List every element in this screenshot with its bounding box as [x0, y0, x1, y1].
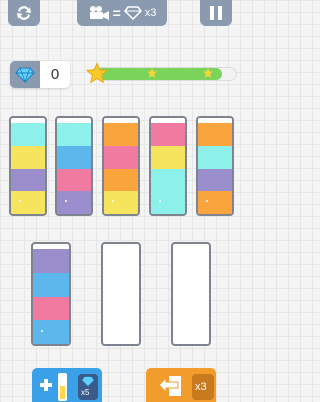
- restart-icon: [17, 6, 31, 20]
- diamond-icon: [81, 376, 95, 387]
- liquid-segment-pink: [104, 145, 138, 169]
- liquid-segment-cyan: [151, 168, 185, 192]
- liquid-segment-purple: [33, 249, 69, 274]
- undo-button[interactable]: x3: [146, 368, 216, 402]
- add-tube-icon: [40, 373, 67, 401]
- liquid-segment-cyan: [11, 123, 45, 147]
- equals-sign: =: [112, 5, 121, 21]
- tube-2[interactable]: [55, 116, 93, 216]
- liquid-segment-pink: [57, 168, 91, 192]
- liquid-segment-blue: [33, 320, 69, 344]
- tube-4[interactable]: [149, 116, 187, 216]
- liquid-segment-cyan: [151, 191, 185, 214]
- video-reward-amount: x3: [144, 7, 157, 19]
- undo-icon: [158, 376, 181, 396]
- video-camera-icon: [89, 6, 109, 20]
- level-progress-bar: [95, 67, 237, 81]
- liquid-segment-cyan: [198, 145, 232, 169]
- liquid-segment-orange: [198, 191, 232, 214]
- tube-3[interactable]: [102, 116, 140, 216]
- pause-icon: [210, 6, 222, 20]
- tube-6[interactable]: [31, 242, 71, 346]
- liquid-segment-purple: [57, 191, 91, 214]
- add-tube-button[interactable]: x5: [32, 368, 102, 402]
- liquid-segment-yellow: [11, 145, 45, 169]
- liquid-segment-purple: [198, 168, 232, 192]
- gem-icon-background: [10, 61, 40, 88]
- restart-button[interactable]: [8, 0, 40, 26]
- tube-8[interactable]: [171, 242, 211, 346]
- progress-star-icon: [147, 68, 157, 78]
- bubble-dot: [19, 200, 21, 202]
- gem-cost-badge: x5: [78, 374, 98, 400]
- liquid-segment-yellow: [104, 191, 138, 214]
- bubble-dot: [206, 200, 208, 202]
- bubble-dot: [41, 330, 43, 332]
- diamond-icon: [123, 6, 142, 20]
- progress-star-icon: [203, 68, 213, 78]
- undo-count: x3: [195, 381, 207, 393]
- liquid-segment-blue: [57, 145, 91, 169]
- gem-count: 0: [50, 66, 60, 83]
- tube-5[interactable]: [196, 116, 234, 216]
- tube-1[interactable]: [9, 116, 47, 216]
- liquid-segment-orange: [104, 123, 138, 147]
- tube-7[interactable]: [101, 242, 141, 346]
- liquid-segment-orange: [198, 123, 232, 147]
- bubble-dot: [65, 200, 67, 202]
- liquid-segment-cyan: [57, 123, 91, 147]
- level-star-icon: [86, 62, 108, 84]
- liquid-segment-pink: [151, 123, 185, 147]
- liquid-segment-blue: [33, 272, 69, 297]
- liquid-segment-yellow: [11, 191, 45, 214]
- pause-button[interactable]: [200, 0, 232, 26]
- liquid-segment-pink: [33, 296, 69, 321]
- bubble-dot: [159, 200, 161, 202]
- diamond-icon: [15, 67, 35, 83]
- liquid-segment-purple: [11, 168, 45, 192]
- liquid-segment-orange: [104, 168, 138, 192]
- liquid-segment-yellow: [151, 145, 185, 169]
- gem-counter: 0: [10, 61, 70, 88]
- bubble-dot: [112, 200, 114, 202]
- undo-count-badge: x3: [192, 374, 214, 400]
- add-tube-cost: x5: [81, 388, 90, 397]
- watch-video-reward-button[interactable]: = x3: [77, 0, 167, 26]
